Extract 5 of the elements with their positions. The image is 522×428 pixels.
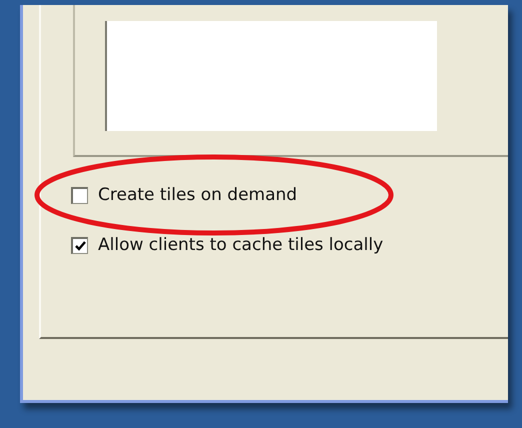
checkbox[interactable] (71, 186, 88, 204)
checkbox-label: Create tiles on demand (98, 185, 298, 205)
checkmark-icon (74, 240, 86, 250)
checkbox-label: Allow clients to cache tiles locally (98, 235, 384, 255)
checkbox[interactable] (71, 236, 88, 254)
